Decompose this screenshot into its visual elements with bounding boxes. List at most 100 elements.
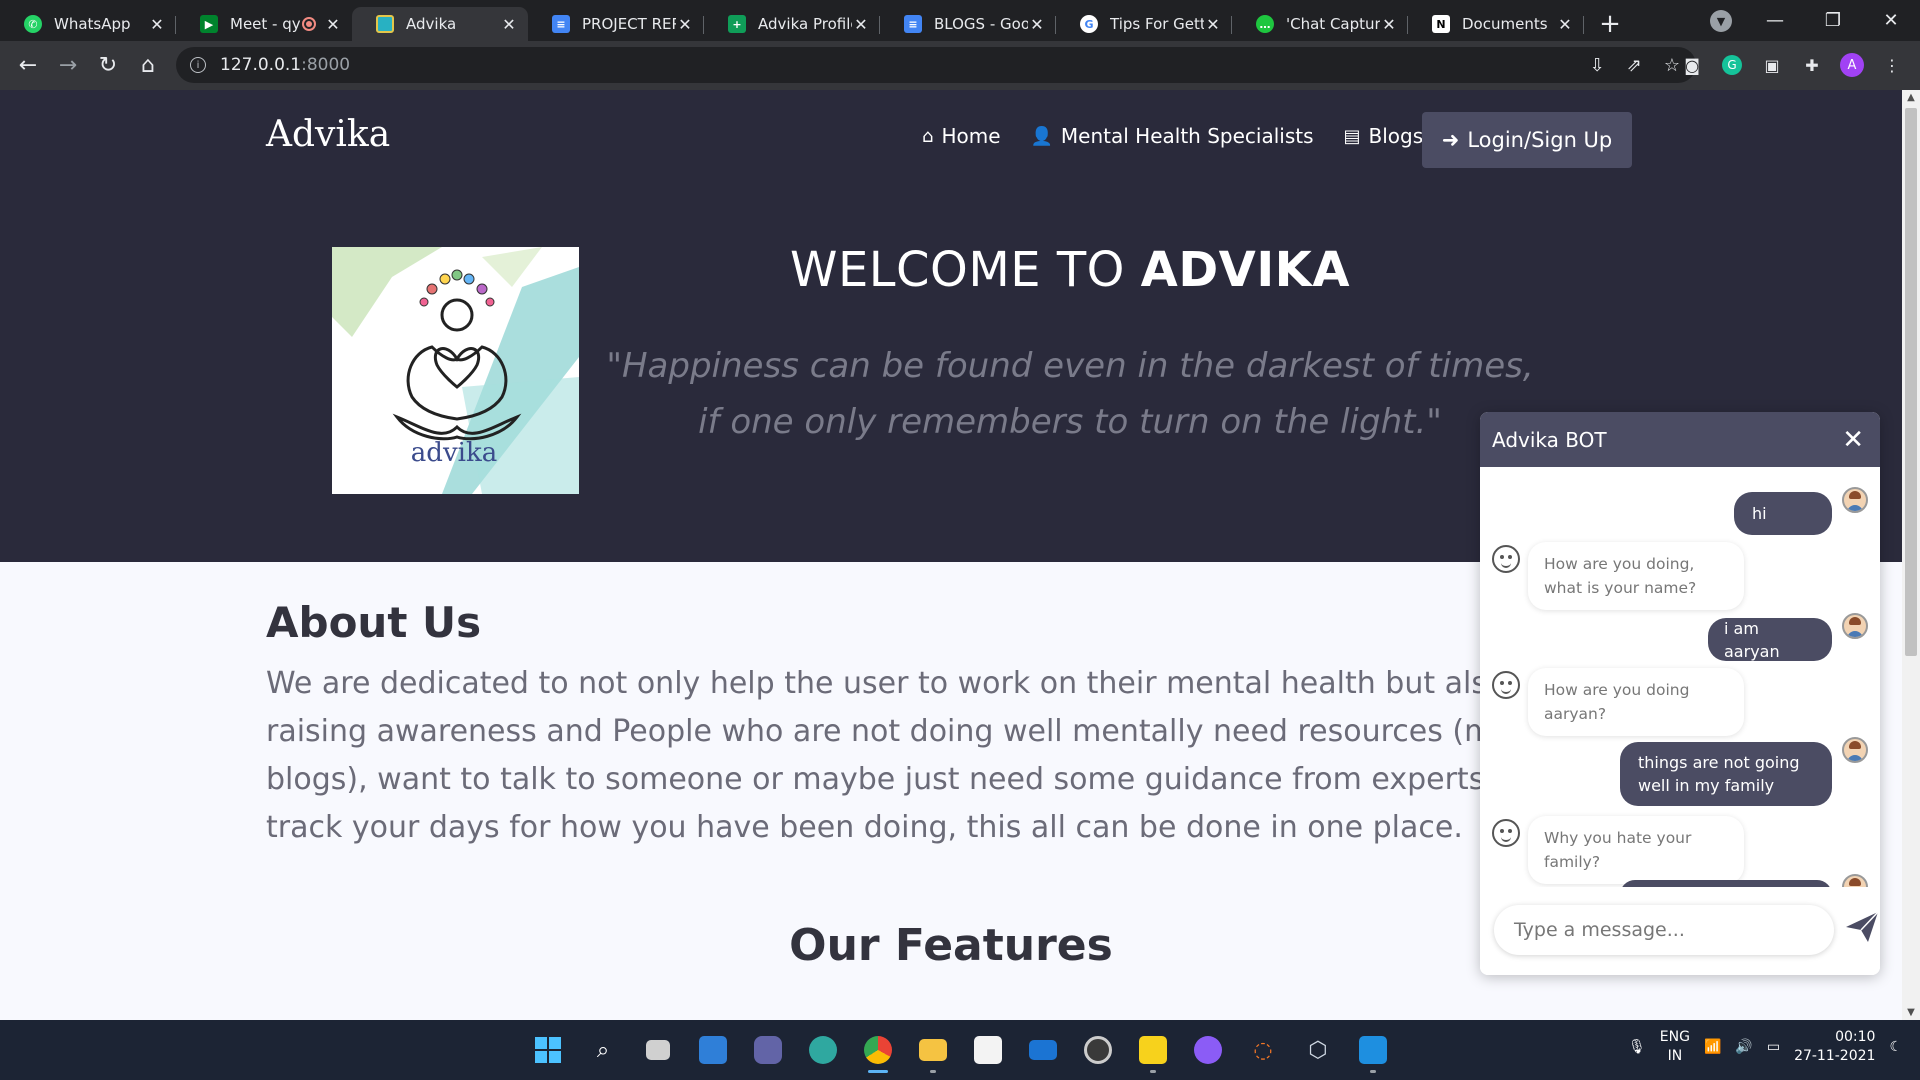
message-line: well in my family <box>1638 776 1775 795</box>
close-window-icon[interactable]: ✕ <box>1862 10 1920 31</box>
about-title: About Us <box>266 598 482 647</box>
extension-icon[interactable]: ▣ <box>1758 51 1786 79</box>
tab-title: 'Chat Capture' <box>1286 15 1380 33</box>
meet-icon: ▶ <box>200 15 218 33</box>
volume-icon[interactable]: 🔊 <box>1735 1039 1752 1055</box>
send-icon[interactable] <box>1844 909 1880 945</box>
doctor-icon: 👤 <box>1030 125 1053 147</box>
obs-icon[interactable] <box>1078 1030 1118 1070</box>
start-menu-icon[interactable] <box>528 1030 568 1070</box>
puzzle-extensions-icon[interactable]: ✚ <box>1798 51 1826 79</box>
microphone-icon[interactable]: 🎙 <box>1628 1039 1646 1055</box>
tab-project-report[interactable]: ≡ PROJECT REPC ✕ <box>528 7 704 41</box>
tab-tips[interactable]: G Tips For Gettin ✕ <box>1056 7 1232 41</box>
nav-home[interactable]: ⌂ Home <box>922 124 1001 148</box>
message-line: Why you hate your <box>1544 829 1692 847</box>
nav-blogs[interactable]: ▤ Blogs <box>1344 124 1424 148</box>
advika-logo-image: advika <box>332 247 579 494</box>
sticky-notes-icon[interactable] <box>1133 1030 1173 1073</box>
tab-search-icon[interactable]: ▼ <box>1710 10 1732 32</box>
close-icon[interactable]: ✕ <box>1028 15 1046 34</box>
home-icon[interactable]: ⌂ <box>128 46 168 86</box>
new-tab-button[interactable]: + <box>1590 7 1630 41</box>
install-icon[interactable]: ⇩ <box>1590 55 1605 76</box>
tab-whatsapp[interactable]: ✆ WhatsApp ✕ <box>0 7 176 41</box>
language-indicator[interactable]: ENG IN <box>1660 1028 1690 1066</box>
browser-tab-bar: ✆ WhatsApp ✕ ▶ Meet - qy ✕ Advika ✕ ≡ PR… <box>0 0 1920 41</box>
search-icon[interactable]: ⌕ <box>583 1030 623 1070</box>
microsoft-store-icon[interactable] <box>968 1030 1008 1070</box>
grammarly-extension-icon[interactable]: G <box>1718 51 1746 79</box>
chat-messages[interactable]: hi How are you doing, what is your name?… <box>1480 467 1880 887</box>
chat-close-icon[interactable]: ✕ <box>1842 425 1864 455</box>
login-signup-button[interactable]: ➜ Login/Sign Up <box>1422 112 1632 168</box>
clock[interactable]: 00:10 27-11-2021 <box>1794 1028 1875 1066</box>
screenshot-extension-icon[interactable]: ◙ <box>1678 51 1706 79</box>
browser-toolbar: ← → ↻ ⌂ i 127.0.0.1:8000 ⇩ ⇗ ☆ <box>0 41 1920 90</box>
share-icon[interactable]: ⇗ <box>1627 55 1642 76</box>
about-line: We are dedicated to not only help the us… <box>266 666 1506 701</box>
tab-chat-capture[interactable]: … 'Chat Capture' ✕ <box>1232 7 1408 41</box>
scrollbar-thumb[interactable] <box>1905 108 1917 656</box>
github-icon[interactable] <box>1188 1030 1228 1070</box>
site-info-icon[interactable]: i <box>190 57 206 73</box>
tab-documents[interactable]: N Documents ✕ <box>1408 7 1584 41</box>
nav-blogs-label: Blogs <box>1368 124 1424 148</box>
menu-kebab-icon[interactable]: ⋮ <box>1878 51 1906 79</box>
welcome-heading: WELCOME TO ADVIKA <box>620 242 1520 298</box>
address-bar[interactable]: i 127.0.0.1:8000 ⇩ ⇗ ☆ <box>176 47 1696 83</box>
profile-avatar[interactable]: A <box>1838 51 1866 79</box>
wifi-icon[interactable]: 📶 <box>1704 1039 1721 1055</box>
nav-specialists[interactable]: 👤 Mental Health Specialists <box>1031 124 1314 148</box>
forward-icon[interactable]: → <box>48 46 88 86</box>
teams-chat-icon[interactable] <box>748 1030 788 1070</box>
home-icon: ⌂ <box>922 125 934 147</box>
close-icon[interactable]: ✕ <box>1204 15 1222 34</box>
scroll-down-icon[interactable]: ▼ <box>1902 1007 1920 1018</box>
close-icon[interactable]: ✕ <box>676 15 694 34</box>
scroll-up-icon[interactable]: ▲ <box>1902 92 1920 103</box>
task-view-icon[interactable] <box>638 1030 678 1070</box>
mail-icon[interactable] <box>1023 1030 1063 1070</box>
restore-icon[interactable]: ❐ <box>1804 10 1862 31</box>
page-scrollbar[interactable]: ▲ ▼ <box>1902 90 1920 1020</box>
close-icon[interactable]: ✕ <box>852 15 870 34</box>
tab-blogs[interactable]: ≡ BLOGS - Goog ✕ <box>880 7 1056 41</box>
back-icon[interactable]: ← <box>8 46 48 86</box>
edge-icon[interactable] <box>803 1030 843 1070</box>
chat-title: Advika BOT <box>1492 427 1607 452</box>
battery-icon[interactable]: ▭ <box>1767 1039 1780 1055</box>
close-icon[interactable]: ✕ <box>148 15 166 34</box>
notion-icon: N <box>1432 15 1450 33</box>
tab-meet[interactable]: ▶ Meet - qy ✕ <box>176 7 352 41</box>
minimize-icon[interactable]: — <box>1746 10 1804 31</box>
virtualbox-icon[interactable]: ⬡ <box>1298 1030 1338 1070</box>
chat-icon: … <box>1256 15 1274 33</box>
docs-icon: ≡ <box>904 15 922 33</box>
system-tray: 🎙 ENG IN 📶 🔊 ▭ 00:10 27-11-2021 ☾ <box>1628 1028 1902 1066</box>
message-line: family? <box>1544 853 1601 871</box>
chat-footer: Type a message... <box>1480 887 1880 975</box>
jupyter-icon[interactable]: ◌ <box>1243 1030 1283 1070</box>
notification-icon[interactable]: ☾ <box>1889 1039 1902 1055</box>
brand-logo-text[interactable]: Advika <box>266 114 390 155</box>
login-label: Login/Sign Up <box>1467 128 1613 152</box>
widgets-icon[interactable] <box>693 1030 733 1070</box>
logo-caption: advika <box>411 438 497 468</box>
chat-message-input[interactable]: Type a message... <box>1494 905 1834 955</box>
vscode-icon[interactable] <box>1353 1030 1393 1073</box>
lang-line: ENG <box>1659 1029 1690 1045</box>
lang-line: IN <box>1667 1048 1683 1064</box>
chrome-icon[interactable] <box>858 1030 898 1073</box>
file-explorer-icon[interactable] <box>913 1030 953 1073</box>
close-icon[interactable]: ✕ <box>500 15 518 34</box>
tab-advika-profiles[interactable]: + Advika Profile: ✕ <box>704 7 880 41</box>
close-icon[interactable]: ✕ <box>1556 15 1574 34</box>
tab-title: BLOGS - Goog <box>934 15 1028 33</box>
chat-header: Advika BOT ✕ <box>1480 412 1880 467</box>
reload-icon[interactable]: ↻ <box>88 46 128 86</box>
close-icon[interactable]: ✕ <box>1380 15 1398 34</box>
clock-date: 27-11-2021 <box>1794 1048 1876 1064</box>
tab-advika[interactable]: Advika ✕ <box>352 7 528 41</box>
close-icon[interactable]: ✕ <box>324 15 342 34</box>
